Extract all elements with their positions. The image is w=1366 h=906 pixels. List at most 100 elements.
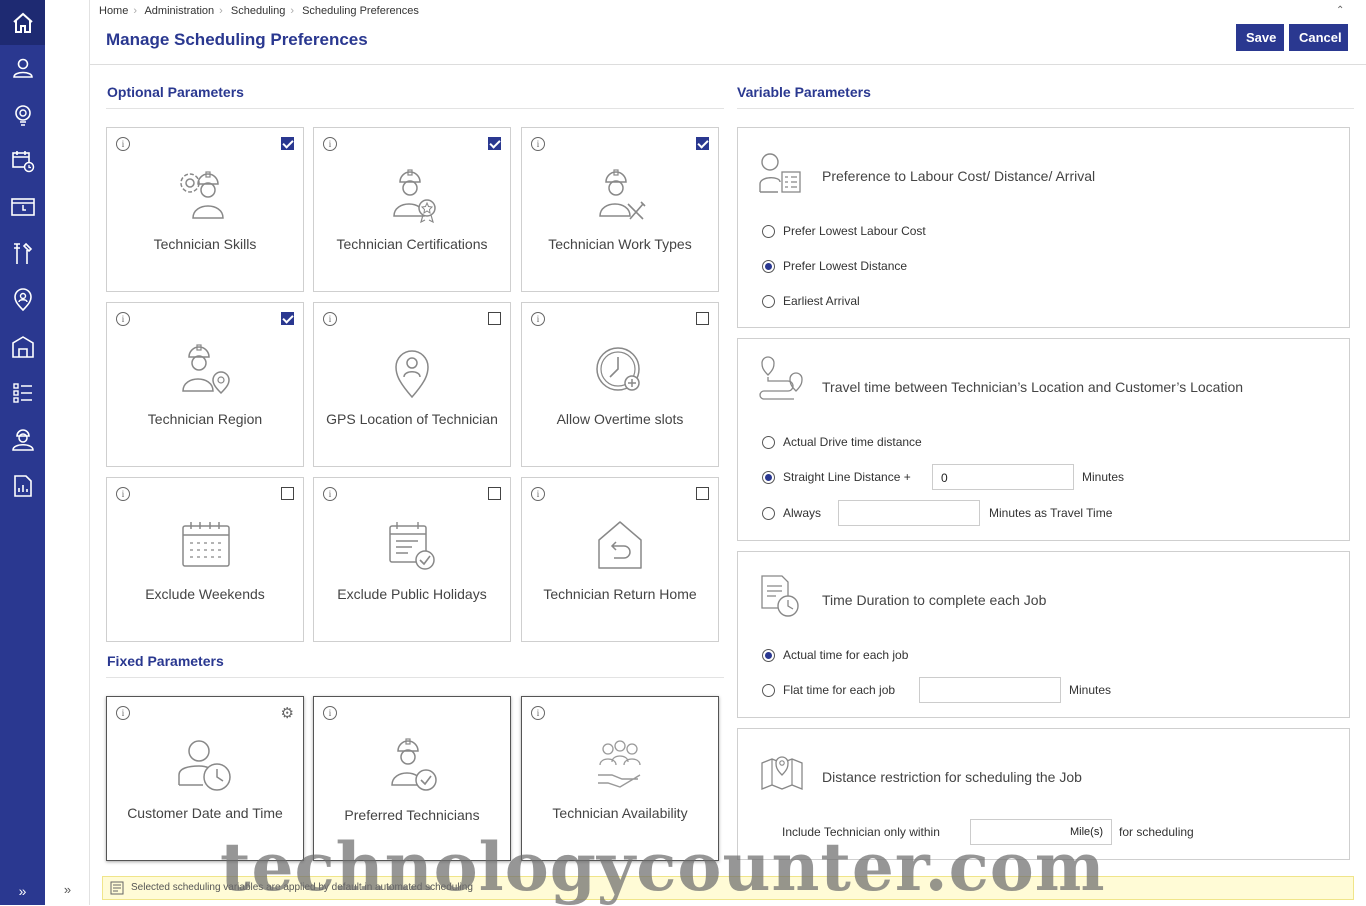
- gear-icon[interactable]: ⚙: [281, 704, 294, 722]
- info-icon[interactable]: i: [116, 312, 130, 326]
- card-label: Exclude Weekends: [145, 586, 265, 602]
- technician-region-checkbox[interactable]: [281, 312, 294, 325]
- radio-flat-time-each-job[interactable]: Flat time for each job: [762, 683, 895, 697]
- card-technician-certifications[interactable]: i Technician Certifications: [313, 127, 511, 292]
- info-icon[interactable]: i: [116, 706, 130, 720]
- info-icon[interactable]: i: [531, 487, 545, 501]
- technician-skills-icon: [173, 166, 237, 226]
- technician-work-types-checkbox[interactable]: [696, 137, 709, 150]
- radio-straight-line-distance[interactable]: Straight Line Distance +: [762, 470, 911, 484]
- card-label: Technician Certifications: [336, 236, 488, 252]
- info-icon[interactable]: i: [323, 487, 337, 501]
- overtime-clock-icon: [588, 341, 652, 401]
- info-icon[interactable]: i: [323, 312, 337, 326]
- card-allow-overtime[interactable]: i Allow Overtime slots: [521, 302, 719, 467]
- technician-certifications-checkbox[interactable]: [488, 137, 501, 150]
- flat-time-unit: Minutes: [1069, 683, 1112, 697]
- breadcrumb-administration[interactable]: Administration: [144, 5, 214, 17]
- straight-line-unit: Minutes: [1082, 470, 1125, 484]
- technician-return-home-checkbox[interactable]: [696, 487, 709, 500]
- document-clock-icon: [758, 572, 806, 620]
- optional-parameters-title: Optional Parameters: [107, 84, 244, 100]
- report-icon[interactable]: [0, 463, 45, 509]
- breadcrumb-home[interactable]: Home: [99, 5, 128, 17]
- tools-icon[interactable]: [0, 231, 45, 277]
- info-icon[interactable]: i: [531, 312, 545, 326]
- info-icon[interactable]: i: [531, 706, 545, 720]
- travel-time-panel: Travel time between Technician’s Locatio…: [737, 338, 1350, 541]
- info-icon[interactable]: i: [531, 137, 545, 151]
- radio-always[interactable]: Always: [762, 506, 821, 520]
- home-icon[interactable]: [0, 0, 45, 45]
- breadcrumb: Home › Administration › Scheduling › Schedu…: [99, 5, 419, 17]
- info-icon[interactable]: i: [116, 487, 130, 501]
- cancel-button[interactable]: Cancel: [1289, 24, 1348, 51]
- save-button[interactable]: Save: [1236, 24, 1284, 51]
- job-duration-panel: Time Duration to complete each Job Actua…: [737, 551, 1350, 718]
- breadcrumb-current: Scheduling Preferences: [302, 5, 419, 17]
- calendar-clock-icon[interactable]: [0, 138, 45, 184]
- allow-overtime-checkbox[interactable]: [696, 312, 709, 325]
- header-divider: [90, 64, 1366, 65]
- labour-preference-title: Preference to Labour Cost/ Distance/ Arr…: [822, 168, 1096, 184]
- calendar-check-icon: [380, 516, 444, 576]
- collapse-panel-icon[interactable]: »: [45, 882, 90, 897]
- exclude-public-holidays-checkbox[interactable]: [488, 487, 501, 500]
- gps-location-checkbox[interactable]: [488, 312, 501, 325]
- job-duration-title: Time Duration to complete each Job: [822, 592, 1047, 608]
- bulb-icon[interactable]: [0, 92, 45, 138]
- card-label: Technician Work Types: [548, 236, 692, 252]
- technician-skills-checkbox[interactable]: [281, 137, 294, 150]
- card-technician-skills[interactable]: i Technician Skills: [106, 127, 304, 292]
- radio-actual-time-each-job[interactable]: Actual time for each job: [762, 648, 908, 662]
- always-minutes-input[interactable]: [838, 500, 980, 526]
- card-technician-region[interactable]: i Technician Region: [106, 302, 304, 467]
- exclude-weekends-checkbox[interactable]: [281, 487, 294, 500]
- variable-parameters-title: Variable Parameters: [737, 84, 871, 100]
- card-label: Technician Skills: [153, 236, 257, 252]
- flat-time-minutes-input[interactable]: [919, 677, 1061, 703]
- radio-lowest-labour-cost[interactable]: Prefer Lowest Labour Cost: [762, 224, 926, 238]
- list-icon[interactable]: [0, 370, 45, 416]
- card-exclude-public-holidays[interactable]: i Exclude Public Holidays: [313, 477, 511, 642]
- card-label: Exclude Public Holidays: [337, 586, 487, 602]
- technician-icon[interactable]: [0, 416, 45, 462]
- user-icon[interactable]: [0, 45, 45, 91]
- technician-availability-icon: [588, 735, 652, 795]
- labour-preference-panel: Preference to Labour Cost/ Distance/ Arr…: [737, 127, 1350, 328]
- card-label: Customer Date and Time: [127, 805, 283, 821]
- customer-clock-icon: [173, 735, 237, 795]
- card-gps-location[interactable]: i GPS Location of Technician: [313, 302, 511, 467]
- location-user-icon[interactable]: [0, 277, 45, 323]
- fixed-parameters-title: Fixed Parameters: [107, 653, 224, 669]
- building-icon[interactable]: [0, 324, 45, 370]
- route-pin-icon: [758, 353, 806, 401]
- card-label: Allow Overtime slots: [556, 411, 684, 427]
- radio-lowest-distance[interactable]: Prefer Lowest Distance: [762, 259, 907, 273]
- note-icon: [110, 881, 124, 898]
- section-divider: [106, 677, 724, 678]
- card-label: Technician Region: [147, 411, 263, 427]
- scroll-top-icon[interactable]: ⌃: [1336, 5, 1344, 16]
- main-content: Home › Administration › Scheduling › Schedu…: [90, 0, 1366, 905]
- card-exclude-weekends[interactable]: i Exclude Weekends: [106, 477, 304, 642]
- info-icon[interactable]: i: [323, 706, 337, 720]
- info-icon[interactable]: i: [116, 137, 130, 151]
- radio-actual-drive-time[interactable]: Actual Drive time distance: [762, 435, 922, 449]
- schedule-icon[interactable]: [0, 184, 45, 230]
- breadcrumb-scheduling[interactable]: Scheduling: [231, 5, 285, 17]
- card-label: Technician Availability: [552, 805, 688, 821]
- return-home-icon: [588, 516, 652, 576]
- gps-location-icon: [380, 341, 444, 401]
- radio-earliest-arrival[interactable]: Earliest Arrival: [762, 294, 860, 308]
- calendar-icon: [173, 516, 237, 576]
- card-label: Technician Return Home: [543, 586, 697, 602]
- card-technician-work-types[interactable]: i Technician Work Types: [521, 127, 719, 292]
- straight-line-minutes-input[interactable]: 0: [932, 464, 1074, 490]
- info-icon[interactable]: i: [323, 137, 337, 151]
- travel-time-title: Travel time between Technician’s Locatio…: [822, 379, 1244, 395]
- card-technician-return-home[interactable]: i Technician Return Home: [521, 477, 719, 642]
- person-list-icon: [758, 152, 806, 200]
- expand-sidebar-icon[interactable]: »: [0, 883, 45, 899]
- section-divider: [737, 108, 1354, 109]
